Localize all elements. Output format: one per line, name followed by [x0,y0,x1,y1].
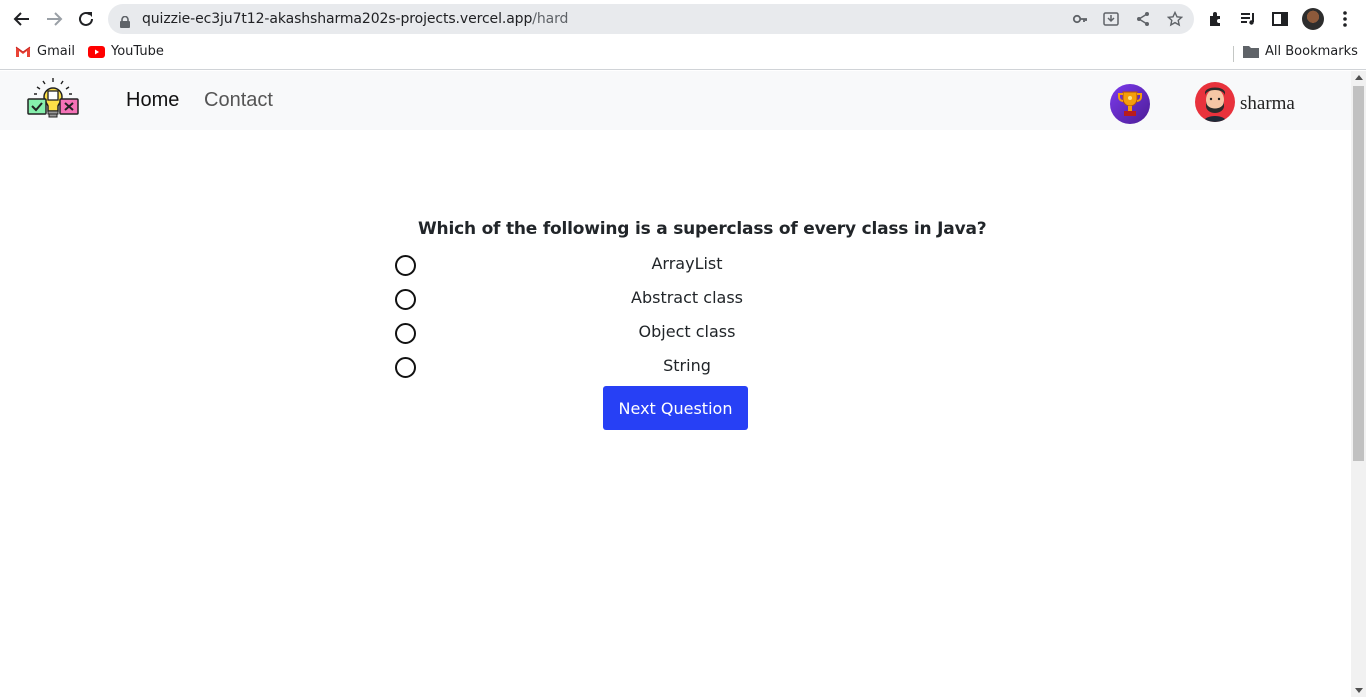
user-avatar[interactable] [1195,82,1235,122]
option-label[interactable]: String [395,356,979,375]
nav-contact-link[interactable]: Contact [204,89,273,112]
key-icon[interactable] [1071,10,1089,28]
youtube-icon [88,45,105,58]
option-label[interactable]: ArrayList [395,254,979,273]
bookmark-gmail[interactable]: Gmail [15,44,75,59]
url-text: quizzie-ec3ju7t12-akashsharma202s-projec… [142,11,569,27]
answer-option[interactable]: Object class [395,321,979,351]
bookmarks-divider [1233,46,1234,62]
web-page: Home Contact sharma Which of the followi… [0,71,1351,697]
option-label[interactable]: Object class [395,322,979,341]
scroll-down-arrow-icon[interactable] [1355,688,1363,693]
username-label[interactable]: sharma [1240,93,1295,115]
lock-icon [120,13,130,32]
reload-icon[interactable] [74,7,98,31]
scrollbar-thumb[interactable] [1353,86,1364,461]
next-question-button[interactable]: Next Question [603,386,748,430]
answer-option[interactable]: String [395,355,979,385]
side-panel-icon[interactable] [1269,8,1291,30]
trophy-icon[interactable] [1110,84,1150,124]
folder-icon [1243,45,1259,58]
back-icon[interactable] [10,7,34,31]
gmail-icon [15,46,31,58]
media-controls-icon[interactable] [1237,8,1259,30]
question-text: Which of the following is a superclass o… [418,219,987,239]
kebab-menu-icon[interactable] [1334,8,1356,30]
quiz-logo-icon[interactable] [26,77,80,125]
scroll-up-arrow-icon[interactable] [1355,75,1363,80]
share-icon[interactable] [1134,10,1152,28]
install-icon[interactable] [1102,10,1120,28]
all-bookmarks-button[interactable]: All Bookmarks [1243,44,1358,59]
answer-option[interactable]: Abstract class [395,287,979,317]
bookmark-youtube[interactable]: YouTube [88,44,164,59]
address-bar[interactable]: quizzie-ec3ju7t12-akashsharma202s-projec… [108,4,1194,34]
star-icon[interactable] [1166,10,1184,28]
option-label[interactable]: Abstract class [395,288,979,307]
site-navbar: Home Contact sharma [0,71,1351,130]
bookmarks-bar: Gmail YouTube All Bookmarks [0,38,1366,70]
browser-toolbar: quizzie-ec3ju7t12-akashsharma202s-projec… [0,0,1366,38]
browser-profile-avatar[interactable] [1302,8,1324,30]
answer-option[interactable]: ArrayList [395,253,979,283]
forward-icon[interactable] [42,7,66,31]
page-scrollbar[interactable] [1351,71,1366,697]
nav-home-link[interactable]: Home [126,89,179,112]
extensions-icon[interactable] [1205,8,1227,30]
